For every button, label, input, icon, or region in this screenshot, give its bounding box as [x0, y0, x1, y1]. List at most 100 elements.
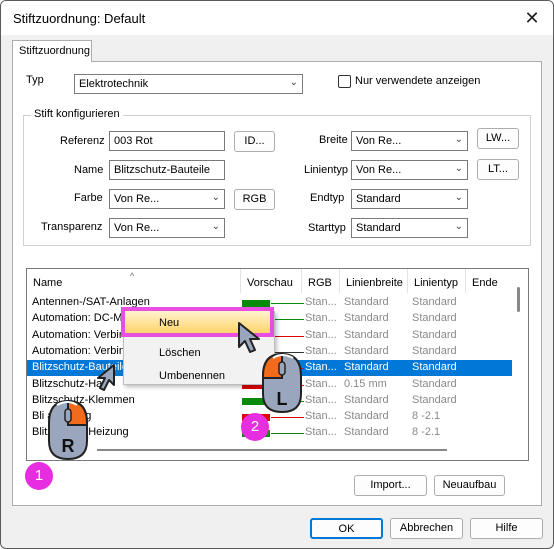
mouse-right-click-icon: R: [48, 399, 88, 461]
table-cell-type: Standard: [412, 312, 457, 325]
lt-button[interactable]: LT...: [477, 159, 519, 180]
context-menu-rename[interactable]: Umbenennen: [124, 366, 274, 387]
starttyp-select[interactable]: Standard ⌄: [351, 218, 468, 238]
table-cell-rgb: Stan...: [305, 296, 337, 308]
table-cell-rgb: Stan...: [305, 426, 337, 439]
table-cell-width: Standard: [344, 312, 389, 325]
table-cell-width: Standard: [344, 296, 389, 308]
endtyp-label: Endtyp: [310, 192, 345, 204]
chevron-down-icon: ⌄: [289, 77, 298, 88]
only-used-checkbox[interactable]: [338, 75, 351, 88]
starttyp-select-value: Standard: [356, 222, 401, 234]
context-menu-new-label: Neu: [159, 317, 180, 329]
chevron-down-icon: ⌄: [454, 134, 463, 145]
horizontal-scrollbar[interactable]: [97, 449, 447, 451]
help-button[interactable]: Hilfe: [470, 518, 543, 539]
ok-button[interactable]: OK: [310, 518, 383, 539]
id-button[interactable]: ID...: [234, 131, 275, 152]
pointer-cursor-icon: [97, 364, 115, 391]
column-header-name[interactable]: Name: [27, 269, 62, 293]
table-cell-width: Standard: [344, 426, 389, 439]
vertical-scrollbar[interactable]: [517, 287, 520, 312]
rebuild-button[interactable]: Neuaufbau: [434, 475, 505, 496]
table-cell-rgb: Stan...: [305, 393, 337, 406]
column-header-ende[interactable]: Ende: [466, 269, 498, 293]
breite-label: Breite: [319, 134, 348, 146]
pen-assignment-dialog: Stiftzuordnung: Default ✕ Stiftzuordnung…: [0, 0, 554, 549]
name-field[interactable]: Blitzschutz-Bauteile: [109, 160, 225, 180]
mouse-left-letter: L: [277, 389, 288, 409]
cancel-button[interactable]: Abbrechen: [390, 518, 463, 539]
chevron-down-icon: ⌄: [454, 221, 463, 232]
table-cell-width: Standard: [344, 361, 389, 374]
table-cell-rgb: Stan...: [305, 361, 337, 374]
table-cell-rgb: Stan...: [305, 344, 337, 357]
import-button[interactable]: Import...: [354, 475, 427, 496]
breite-select-value: Von Re...: [356, 135, 402, 147]
chevron-down-icon: ⌄: [211, 192, 220, 203]
mouse-right-letter: R: [62, 436, 75, 456]
table-cell-width: Standard: [344, 344, 389, 357]
mouse-left-click-icon: L: [262, 352, 302, 414]
table-cell-rgb: Stan...: [305, 410, 337, 423]
farbe-select-value: Von Re...: [114, 193, 160, 205]
table-cell-rgb: Stan...: [305, 312, 337, 325]
step-badge-2: 2: [241, 413, 269, 441]
only-used-label: Nur verwendete anzeigen: [355, 75, 481, 87]
table-cell-width: 0.15 mm: [344, 377, 387, 390]
table-cell-type: Standard: [412, 328, 457, 341]
endtyp-select-value: Standard: [356, 193, 401, 205]
type-select-value: Elektrotechnik: [79, 78, 149, 90]
line-preview: [271, 303, 304, 304]
starttyp-label: Starttyp: [308, 222, 346, 234]
table-cell-type: 8 -2.1: [412, 410, 441, 423]
linientyp-label: Linientyp: [304, 164, 349, 176]
sort-caret-icon: ^: [130, 271, 135, 281]
table-cell-width: Standard: [344, 393, 389, 406]
table-cell-type: Standard: [412, 361, 457, 374]
type-select[interactable]: Elektrotechnik ⌄: [74, 74, 303, 94]
table-cell-type: Standard: [412, 344, 457, 357]
column-header-linienbreite[interactable]: Linienbreite: [340, 269, 403, 293]
column-header-rgb[interactable]: RGB: [302, 269, 332, 293]
color-swatch: [242, 300, 270, 307]
window-title: Stiftzuordnung: Default: [13, 11, 146, 26]
table-cell-type: Standard: [412, 296, 457, 308]
transparenz-select-value: Von Re...: [114, 222, 160, 234]
chevron-down-icon: ⌄: [454, 192, 463, 203]
type-label: Typ: [26, 74, 44, 86]
line-preview: [271, 335, 304, 337]
table-cell-rgb: Stan...: [305, 328, 337, 341]
farbe-label: Farbe: [74, 192, 103, 204]
chevron-down-icon: ⌄: [211, 221, 220, 232]
column-header-vorschau[interactable]: Vorschau: [241, 269, 293, 293]
referenz-field[interactable]: 003 Rot: [109, 131, 225, 151]
table-cell-type: Standard: [412, 393, 457, 406]
step-badge-1: 1: [25, 462, 53, 490]
farbe-select[interactable]: Von Re... ⌄: [109, 189, 225, 209]
title-bar: Stiftzuordnung: Default ✕: [1, 1, 553, 35]
linientyp-select[interactable]: Von Re... ⌄: [351, 160, 468, 180]
lw-button[interactable]: LW...: [477, 128, 519, 149]
table-cell-width: Standard: [344, 328, 389, 341]
close-icon[interactable]: ✕: [519, 7, 545, 29]
table-cell-rgb: Stan...: [305, 377, 337, 390]
referenz-label: Referenz: [60, 135, 105, 147]
table-row[interactable]: Blitzschutz-HeizungStan...Standard8 -2.1: [27, 425, 512, 441]
pen-config-title: Stift konfigurieren: [31, 108, 123, 120]
table-cell-type: Standard: [412, 377, 457, 390]
linientyp-select-value: Von Re...: [356, 164, 402, 176]
chevron-down-icon: ⌄: [454, 163, 463, 174]
breite-select[interactable]: Von Re... ⌄: [351, 131, 468, 151]
table-cell-type: 8 -2.1: [412, 426, 441, 439]
tab-stiftzuordnung[interactable]: Stiftzuordnung: [12, 40, 92, 62]
line-preview: [271, 417, 304, 419]
rgb-button[interactable]: RGB: [234, 189, 275, 210]
transparenz-select[interactable]: Von Re... ⌄: [109, 218, 225, 238]
line-preview: [271, 433, 304, 435]
transparenz-label: Transparenz: [41, 221, 103, 233]
column-header-linientyp[interactable]: Linientyp: [408, 269, 458, 293]
line-preview: [271, 319, 304, 321]
endtyp-select[interactable]: Standard ⌄: [351, 189, 468, 209]
name-label: Name: [74, 164, 104, 176]
